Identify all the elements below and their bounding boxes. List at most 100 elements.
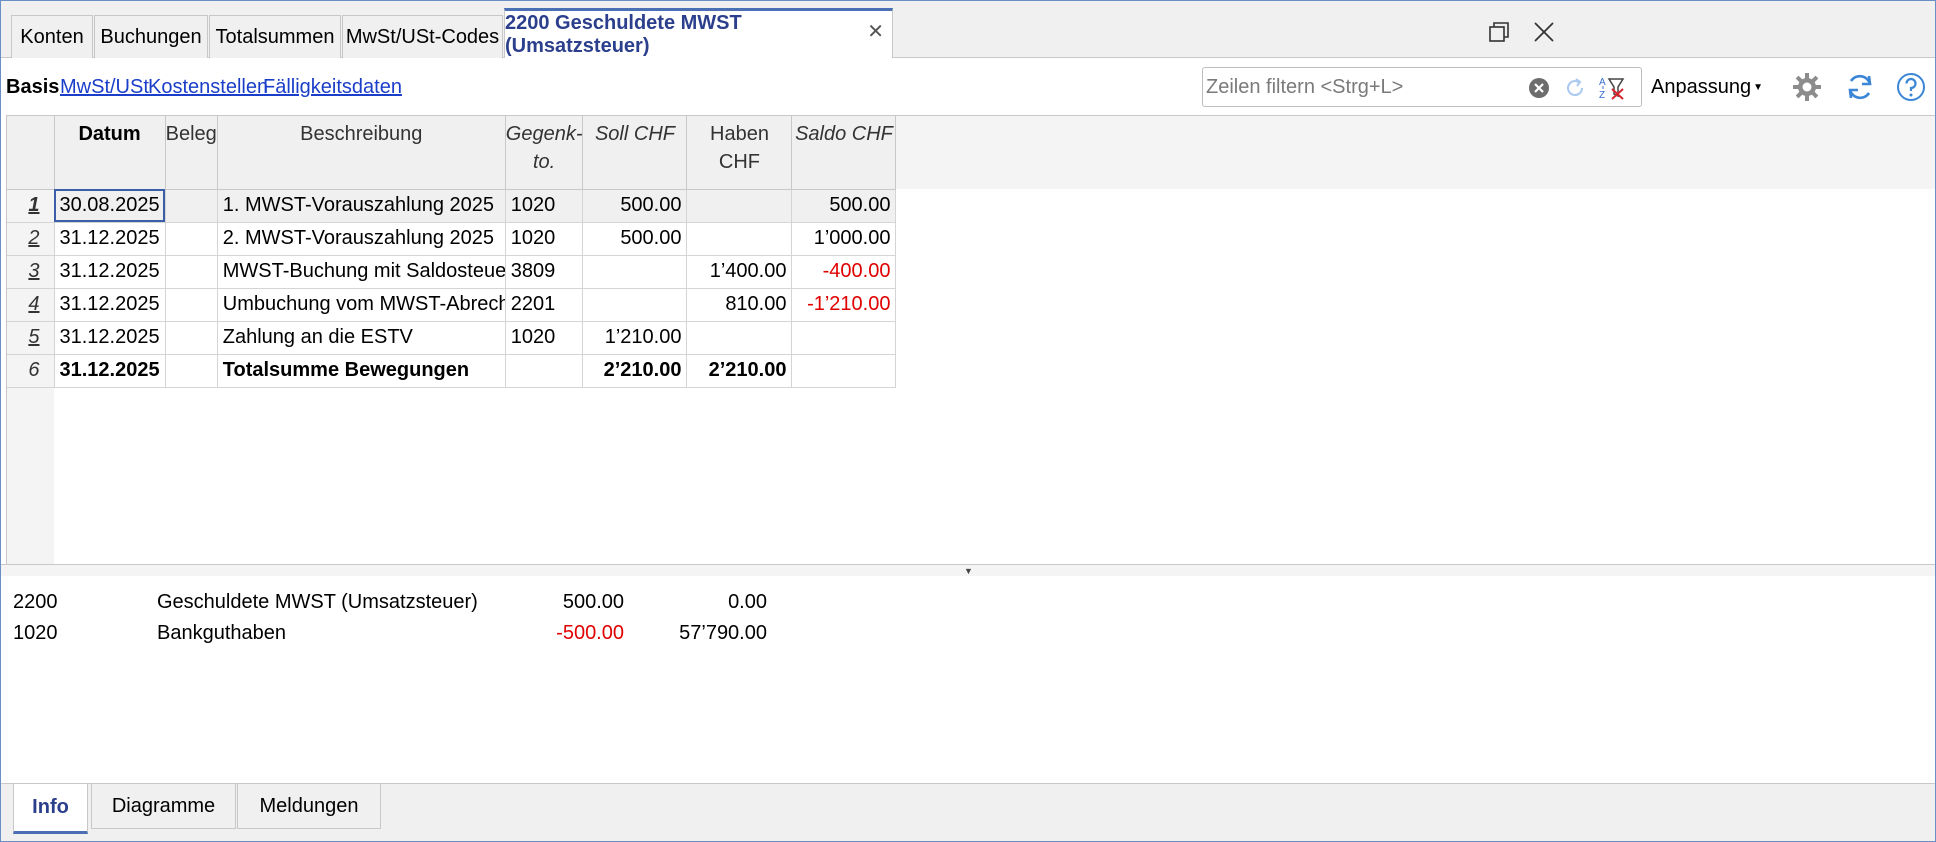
tab-buchungen[interactable]: Buchungen [94, 15, 208, 58]
gear-icon[interactable] [1790, 70, 1824, 104]
row-number[interactable]: 3 [7, 255, 55, 289]
col-header-beleg[interactable]: Beleg [165, 116, 218, 190]
col-header-gegenkonto-line2: to. [533, 151, 556, 173]
tab-diagramme[interactable]: Diagramme [91, 784, 236, 829]
tab-label: MwSt/USt-Codes [345, 25, 500, 48]
row-number[interactable]: 4 [7, 288, 55, 322]
view-faelligkeit-link[interactable]: Fälligkeitsdaten [263, 76, 402, 99]
view-basis[interactable]: Basis [6, 76, 59, 99]
cell-saldo[interactable]: 1’000.00 [791, 222, 897, 256]
help-icon[interactable] [1894, 70, 1928, 104]
cell-beleg[interactable] [165, 189, 218, 223]
restore-window-icon[interactable] [1484, 17, 1514, 47]
row-number[interactable]: 5 [7, 321, 55, 355]
cell-gegenkonto[interactable]: 1020 [505, 189, 584, 223]
clear-filter-icon[interactable] [1525, 74, 1553, 102]
cell-soll[interactable]: 500.00 [582, 222, 688, 256]
cell-saldo[interactable]: -1’210.00 [791, 288, 897, 322]
cell-haben[interactable] [686, 321, 793, 355]
panel-splitter[interactable]: ▼ [1, 564, 1935, 576]
cell-datum[interactable]: 31.12.2025 [54, 321, 166, 355]
info-beschreibung: Bankguthaben [157, 622, 287, 644]
anpassung-dropdown[interactable]: Anpassung ▼ [1651, 76, 1763, 99]
cell-datum[interactable]: 31.12.2025 [54, 288, 166, 322]
tab-account-2200[interactable]: 2200 Geschuldete MWST (Umsatzsteuer) ✕ [504, 8, 893, 59]
cell-beleg[interactable] [165, 255, 218, 289]
col-header-haben[interactable]: Haben CHF [686, 116, 793, 190]
cell-beleg[interactable] [165, 321, 218, 355]
cell-soll[interactable] [582, 288, 688, 322]
cell-datum[interactable]: 31.12.2025 [54, 222, 166, 256]
cell-gegenkonto[interactable] [505, 354, 584, 388]
cell-beleg[interactable] [165, 354, 218, 388]
cell-beleg[interactable] [165, 288, 218, 322]
close-tab-icon[interactable]: ✕ [867, 19, 884, 44]
col-header-beschreibung[interactable]: Beschreibung [217, 116, 506, 190]
cell-beschreibung[interactable]: Zahlung an die ESTV [217, 321, 506, 355]
row-number[interactable]: 1 [7, 189, 55, 223]
col-header-saldo[interactable]: Saldo CHF [791, 116, 897, 190]
tab-konten[interactable]: Konten [11, 15, 93, 58]
refresh-filter-icon[interactable] [1561, 74, 1589, 102]
cell-soll[interactable] [582, 255, 688, 289]
filter-box: AZ [1202, 67, 1642, 107]
table-row[interactable]: 1 30.08.2025 1. MWST-Vorauszahlung 2025 … [7, 189, 897, 223]
table-row[interactable]: 2 31.12.2025 2. MWST-Vorauszahlung 2025 … [7, 222, 897, 256]
cell-saldo[interactable] [791, 321, 897, 355]
col-header-soll[interactable]: Soll CHF [582, 116, 688, 190]
bookings-grid: Datum Beleg Beschreibung Gegenk-to. Soll… [6, 115, 1935, 564]
cell-gegenkonto[interactable]: 1020 [505, 222, 584, 256]
cell-gegenkonto[interactable]: 1020 [505, 321, 584, 355]
tab-meldungen[interactable]: Meldungen [237, 784, 381, 829]
svg-text:Z: Z [1599, 90, 1605, 101]
sort-filter-icon[interactable]: AZ [1598, 74, 1626, 102]
cell-gegenkonto[interactable]: 3809 [505, 255, 584, 289]
cell-datum[interactable]: 31.12.2025 [54, 255, 166, 289]
col-header-gegenkonto[interactable]: Gegenk-to. [505, 116, 584, 190]
cell-saldo[interactable]: -400.00 [791, 255, 897, 289]
tab-totalsummen[interactable]: Totalsummen [209, 15, 341, 58]
recalculate-icon[interactable] [1843, 70, 1877, 104]
tab-label: Totalsummen [215, 25, 335, 48]
total-row[interactable]: 6 31.12.2025 Totalsumme Bewegungen 2’210… [7, 354, 897, 388]
view-mwst-link[interactable]: MwSt/USt [60, 76, 149, 99]
cell-datum[interactable]: 30.08.2025 [54, 189, 166, 223]
col-header-rownum[interactable] [7, 116, 55, 190]
cell-haben[interactable]: 810.00 [686, 288, 793, 322]
cell-beschreibung[interactable]: Totalsumme Bewegungen [217, 354, 506, 388]
cell-gegenkonto[interactable]: 2201 [505, 288, 584, 322]
cell-beleg[interactable] [165, 222, 218, 256]
tab-mwst-codes[interactable]: MwSt/USt-Codes [342, 15, 503, 58]
table-row[interactable]: 5 31.12.2025 Zahlung an die ESTV 1020 1’… [7, 321, 897, 355]
bottom-tab-bar: Info Diagramme Meldungen [1, 783, 1935, 841]
cell-beschreibung[interactable]: MWST-Buchung mit Saldosteuersatz 2 [217, 255, 506, 289]
cell-haben[interactable]: 2’210.00 [686, 354, 793, 388]
cell-haben[interactable]: 1’400.00 [686, 255, 793, 289]
table-row[interactable]: 3 31.12.2025 MWST-Buchung mit Saldosteue… [7, 255, 897, 289]
filter-input[interactable] [1206, 72, 1506, 102]
col-header-datum[interactable]: Datum [54, 116, 166, 190]
tab-label: Meldungen [259, 794, 359, 817]
table-row[interactable]: 4 31.12.2025 Umbuchung vom MWST-Abrechnu… [7, 288, 897, 322]
cell-soll[interactable]: 1’210.00 [582, 321, 688, 355]
row-number[interactable]: 6 [7, 354, 55, 388]
close-window-icon[interactable] [1529, 17, 1559, 47]
cell-haben[interactable] [686, 189, 793, 223]
app-window: Konten Buchungen Totalsummen MwSt/USt-Co… [0, 0, 1936, 842]
cell-beschreibung[interactable]: Umbuchung vom MWST-Abrechnungs [217, 288, 506, 322]
row-number[interactable]: 2 [7, 222, 55, 256]
cell-beschreibung[interactable]: 2. MWST-Vorauszahlung 2025 [217, 222, 506, 256]
cell-soll[interactable]: 500.00 [582, 189, 688, 223]
cell-beschreibung[interactable]: 1. MWST-Vorauszahlung 2025 [217, 189, 506, 223]
collapse-arrow-icon[interactable]: ▼ [964, 566, 973, 576]
cell-haben[interactable] [686, 222, 793, 256]
cell-datum[interactable]: 31.12.2025 [54, 354, 166, 388]
view-kostenstellen-link[interactable]: Kostenstellen [148, 76, 268, 99]
cell-soll[interactable]: 2’210.00 [582, 354, 688, 388]
table-tab-bar: Konten Buchungen Totalsummen MwSt/USt-Co… [1, 1, 1935, 59]
cell-saldo[interactable] [791, 354, 897, 388]
cell-saldo[interactable]: 500.00 [791, 189, 897, 223]
tab-label: Buchungen [100, 25, 202, 48]
info-konto: 2200 [13, 591, 58, 613]
tab-info[interactable]: Info [13, 784, 88, 834]
